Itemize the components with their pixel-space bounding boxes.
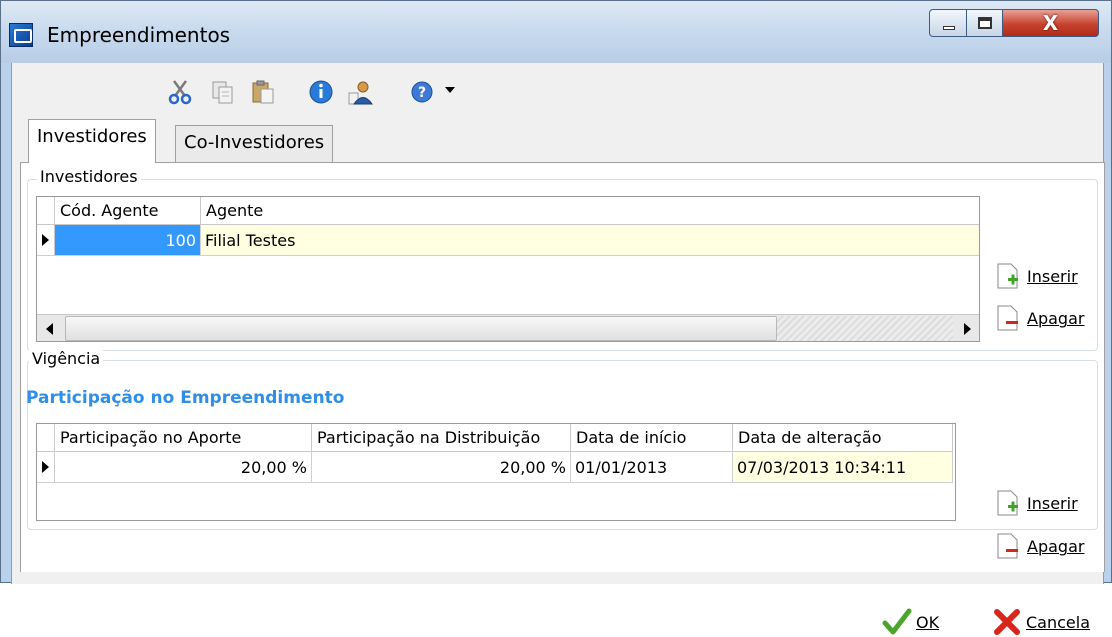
cell-data-inicio[interactable]: 01/01/2013 [571, 452, 733, 483]
scrollbar-thumb[interactable] [65, 316, 777, 341]
title-bar[interactable]: Empreendimentos X [1, 1, 1111, 63]
column-header-participacao-aporte[interactable]: Participação no Aporte [55, 424, 312, 452]
help-icon[interactable]: ? [409, 79, 435, 105]
delete-icon [997, 533, 1018, 559]
vigencia-delete-button[interactable]: Apagar [997, 531, 1093, 561]
svg-text:?: ? [418, 85, 426, 101]
vigencia-group-label: Vigência [29, 349, 104, 368]
maximize-icon [978, 17, 992, 29]
vigencia-insert-button[interactable]: Inserir [997, 488, 1093, 518]
grid-header-indicator [37, 424, 55, 452]
investidores-grid[interactable]: Cód. Agente Agente 100 Filial Testes [36, 196, 980, 342]
ok-label: OK [916, 613, 940, 632]
cancel-x-icon [994, 609, 1020, 635]
horizontal-scrollbar[interactable] [37, 314, 979, 341]
cancel-button[interactable]: Cancela [992, 607, 1097, 637]
paste-icon[interactable] [250, 79, 276, 105]
tab-co-investidores[interactable]: Co-Investidores [175, 125, 334, 163]
window-title: Empreendimentos [47, 23, 231, 47]
scrollbar-track[interactable] [777, 316, 953, 341]
toolbar: ? [12, 63, 1103, 113]
cell-participacao-aporte[interactable]: 20,00 % [55, 452, 312, 483]
cut-icon[interactable] [167, 79, 193, 105]
delete-label: Apagar [1027, 537, 1085, 556]
insert-label: Inserir [1027, 494, 1078, 513]
cell-agente[interactable]: Filial Testes [201, 225, 979, 256]
insert-icon [997, 490, 1018, 516]
delete-label: Apagar [1027, 309, 1085, 328]
scroll-right-button[interactable] [953, 315, 979, 341]
insert-label: Inserir [1027, 267, 1078, 286]
maximize-button[interactable] [967, 9, 1003, 37]
column-header-data-inicio[interactable]: Data de início [571, 424, 733, 452]
tab-investidores[interactable]: Investidores [28, 119, 156, 163]
participacao-grid[interactable]: Participação no Aporte Participação na D… [36, 423, 956, 521]
row-indicator [37, 225, 55, 256]
investidores-insert-button[interactable]: Inserir [997, 261, 1093, 291]
ok-button[interactable]: OK [882, 607, 952, 637]
insert-icon [997, 263, 1018, 289]
client-area: ? Investidores Co-Investidores Investido… [11, 63, 1105, 635]
delete-icon [997, 305, 1018, 331]
cell-participacao-distribuicao[interactable]: 20,00 % [312, 452, 571, 483]
column-header-participacao-distribuicao[interactable]: Participação na Distribuição [312, 424, 571, 452]
minimize-button[interactable] [929, 9, 967, 37]
tab-panel: Investidores Cód. Agente Agente 100 Fili… [20, 162, 1105, 572]
current-row-arrow-icon [42, 234, 49, 246]
investidores-delete-button[interactable]: Apagar [997, 303, 1093, 333]
close-button[interactable]: X [1003, 9, 1099, 37]
investidores-group-label: Investidores [37, 167, 141, 186]
column-header-data-alteracao[interactable]: Data de alteração [733, 424, 953, 452]
dropdown-arrow-icon[interactable] [445, 87, 455, 93]
user-icon[interactable] [348, 79, 374, 105]
column-header-agente[interactable]: Agente [201, 197, 979, 225]
grid-header-indicator [37, 197, 55, 225]
copy-icon[interactable] [210, 79, 236, 105]
row-indicator [37, 452, 55, 483]
checkmark-icon [882, 608, 912, 635]
participacao-heading: Participação no Empreendimento [26, 388, 345, 408]
close-icon: X [1042, 11, 1059, 35]
minimize-icon [943, 26, 955, 30]
cell-data-alteracao[interactable]: 07/03/2013 10:34:11 [733, 452, 953, 483]
current-row-arrow-icon [42, 461, 49, 473]
app-icon[interactable] [9, 23, 33, 47]
cancel-label: Cancela [1026, 613, 1091, 632]
scroll-left-button[interactable] [37, 315, 65, 341]
cell-cod-agente[interactable]: 100 [55, 225, 201, 256]
info-icon[interactable] [308, 79, 334, 105]
application-window: Empreendimentos X ? Investidores Co-Inve… [0, 0, 1112, 635]
column-header-cod-agente[interactable]: Cód. Agente [55, 197, 201, 225]
